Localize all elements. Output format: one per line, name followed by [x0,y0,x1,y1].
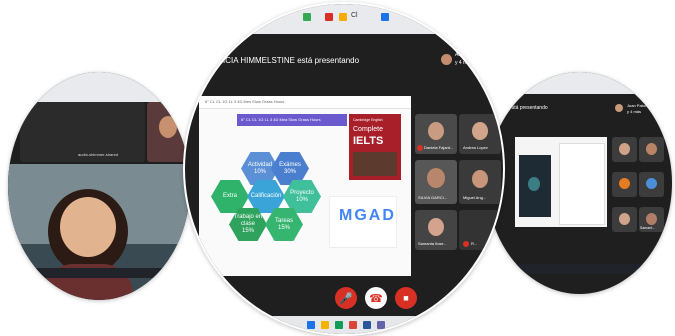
mic-off-icon [417,145,423,151]
right-participant-tile [639,172,664,197]
right-presenter-name: Juan Pabo [627,103,647,108]
participant-face [428,218,444,236]
participant-face [427,168,445,188]
participant-name: Andrea Lopez [463,145,488,150]
tab-favicon [339,13,347,21]
browser-tab-label[interactable]: Cl [351,12,358,19]
hexagon-label: Calificación [250,193,282,200]
participant-face [619,213,630,225]
participant-face [60,197,116,257]
workspace-logo-letters: MGAD [339,207,396,224]
hang-up-button[interactable]: ☎ [365,287,387,309]
mic-off-icon [463,241,469,247]
mic-off-icon: 🎤 [339,292,353,305]
participant-face [428,122,444,140]
presenting-banner: ICIA HIMMELSTINE está presentando [223,56,360,65]
right-participant-tile [612,172,637,197]
right-taskbar [487,264,672,274]
slide-header-bar: 6° CL CL 1G 1L 3 4D Mes Slow Grass Hours [199,96,411,109]
right-participant-tile: Samant... [639,207,664,232]
lightbulb-icon [528,177,540,191]
participant-face [646,213,657,225]
left-meeting-window: audio-shimmer-shared [8,72,190,300]
right-browser-tabbar [487,72,672,94]
participant-tile: Miguel Ang... [459,160,501,204]
presenter-avatar [441,54,452,65]
right-shared-screen [515,137,607,227]
right-participant-label: Samant... [640,226,655,230]
phone-icon: ☎ [369,292,383,305]
participant-tile: Andrea Lopez [459,114,501,154]
taskbar-icon[interactable] [349,321,357,329]
hexagon-label: Exámes 30% [279,161,301,175]
participant-name: Samanta Ibarr... [418,241,447,246]
center-meeting-window: Cl ICIA HIMMELSTINE está presentando And… [183,2,505,336]
mic-off-button[interactable]: 🎤 [335,287,357,309]
shared-slide: 6° CL CL 1G 1L 3 4D Mes Slow Grass Hours… [199,96,411,276]
left-browser-tabbar [8,72,190,102]
participant-avatar [646,178,657,189]
slide-header-text: 6° CL CL 1G 1L 3 4D Mes Slow Grass Hours [205,99,285,104]
participant-tile: R... [459,210,501,250]
right-others-count: y 4 más [627,109,642,114]
presenter-avatar [615,104,623,112]
participant-name: R... [471,241,478,246]
right-presenting-banner: está presentando [509,105,548,111]
camera-off-button[interactable]: ■ [395,287,417,309]
slide-banner: 6° CL CL 1G 1L 3 4D Mea Slow Grass Hours [237,114,347,126]
tab-favicon [303,13,311,21]
right-meeting-window: está presentando Juan Pabo y 4 más Saman… [487,72,672,294]
google-workspace-logos: MGAD [329,196,397,248]
participant-face [646,143,657,155]
right-participant-tile [639,137,664,162]
participant-face [472,170,488,188]
camera-off-icon: ■ [403,293,409,303]
hexagon-label: Tareas 15% [274,217,293,231]
left-participant-label: audio-shimmer-shared [78,152,119,157]
hexagon-label: Actividad 10% [247,161,273,175]
left-participant-tile-1: audio-shimmer-shared [20,102,145,162]
book-exam: IELTS [353,135,384,147]
hexagon-label: Trabajo en clase 15% [233,214,263,234]
participant-tile: Daniela Fajard... [415,114,457,154]
others-count: y 4 más [455,60,473,66]
book-cover-photo [353,152,397,176]
participant-tile: Samanta Ibarr... [415,210,457,250]
taskbar-icon[interactable] [307,321,315,329]
taskbar-icon[interactable] [377,321,385,329]
shared-dark-panel [519,155,551,217]
ielts-book-cover: Cambridge English Complete IELTS [349,114,401,180]
center-taskbar [185,316,503,334]
participant-name: Daniela Fajard... [424,145,454,150]
presenter-name: Andr [455,52,466,58]
shared-document-list [559,143,605,225]
participant-avatar [619,178,630,189]
left-main-camera [8,164,190,300]
taskbar-icon[interactable] [321,321,329,329]
left-taskbar [8,268,190,278]
right-participant-tile [612,137,637,162]
right-participant-tile [612,207,637,232]
participant-face [159,116,177,138]
participant-name: Miguel Ang... [463,195,487,200]
participant-face [472,122,488,140]
slide-banner-text: 6° CL CL 1G 1L 3 4D Mea Slow Grass Hours [241,117,321,122]
tab-favicon [325,13,333,21]
tab-favicon [381,13,389,21]
hexagon-label: Proyecto 10% [290,189,314,203]
taskbar-icon[interactable] [363,321,371,329]
participant-tile: SILVIA GARCI... [415,160,457,204]
book-publisher: Cambridge English [353,118,383,122]
participant-name: SILVIA GARCI... [418,195,448,200]
book-title: Complete [353,126,383,133]
taskbar-icon[interactable] [335,321,343,329]
participant-face [619,143,630,155]
center-browser-tabbar: Cl [185,4,503,34]
hexagon-label: Extra [222,193,237,200]
